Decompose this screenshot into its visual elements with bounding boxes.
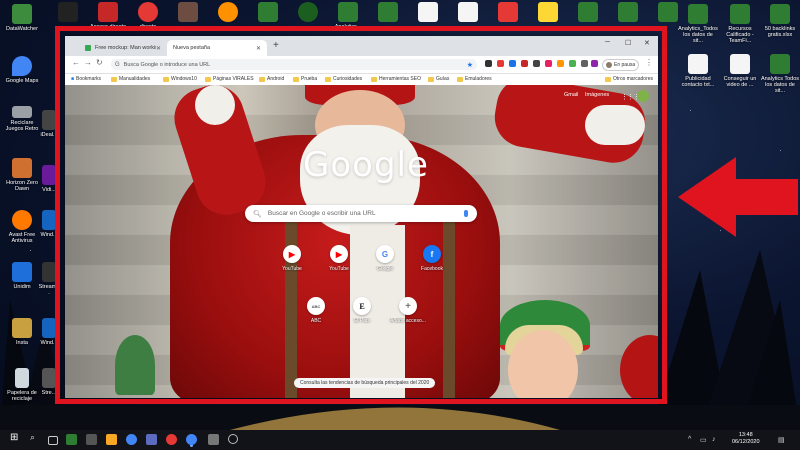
desktop-icon-label: Recursos Calificado - TeamFi... — [726, 26, 754, 44]
desktop-icon-label: Avast Free Antivirus — [8, 232, 36, 244]
app-icon — [498, 2, 518, 22]
document-icon — [458, 2, 478, 22]
desktop-icon-label: Conseguir un video de ... — [723, 76, 757, 88]
sheet-icon — [578, 2, 598, 22]
desktop-icon[interactable] — [248, 2, 288, 24]
desktop-icon[interactable]: 50 backlinks gratis.xlsx — [760, 4, 800, 38]
sheet-icon — [658, 2, 678, 22]
app-icon — [12, 262, 32, 282]
google-maps-icon — [12, 56, 32, 76]
document-icon — [418, 2, 438, 22]
app-icon — [42, 318, 56, 338]
app-icon — [42, 165, 56, 185]
document-icon — [730, 54, 750, 74]
red-arrow-icon — [678, 157, 798, 237]
desktop-icon[interactable]: Conseguir un video de ... — [720, 54, 760, 88]
desktop-icon[interactable]: Analytics Todos los datos de sit... — [760, 54, 800, 94]
clock-date: 06/12/2020 — [732, 439, 760, 445]
app-icon — [42, 368, 56, 388]
chrome-icon[interactable] — [126, 434, 137, 445]
windows-start-icon[interactable]: ⊞ — [10, 432, 21, 443]
desktop-icon[interactable]: Publicidad contacto txt... — [678, 54, 718, 88]
desktop-icon-label: Analytics_Todos los datos de sit... — [678, 26, 718, 44]
desktop-icon-label: Analytics Todos los datos de sit... — [760, 76, 800, 94]
desktop-icon[interactable] — [48, 2, 88, 24]
desktop-icon[interactable] — [488, 2, 528, 24]
desktop-icon[interactable]: Insta — [2, 318, 42, 346]
desktop-icon[interactable] — [288, 2, 328, 24]
network-icon[interactable]: ▭ — [700, 436, 707, 444]
volume-icon[interactable]: ♪ — [712, 436, 716, 443]
desktop-icon[interactable]: DataWatcher — [2, 4, 42, 32]
search-icon[interactable]: ⌕ — [30, 432, 41, 443]
app-icon[interactable] — [208, 434, 219, 445]
sheet-icon — [688, 4, 708, 24]
system-clock[interactable]: 13:48 06/12/2020 — [732, 432, 760, 446]
opera-icon — [138, 2, 158, 22]
app-icon — [298, 2, 318, 22]
sheet-icon — [770, 54, 790, 74]
app-icon — [42, 110, 56, 130]
desktop-icon[interactable]: Papelera de reciclaje — [2, 368, 42, 402]
desktop-icon[interactable]: Horizon Zero Dawn — [2, 158, 42, 192]
desktop-icon[interactable] — [368, 2, 408, 24]
desktop-icon[interactable]: Reciclare Juegos Retro — [2, 106, 42, 132]
sheet-icon — [378, 2, 398, 22]
desktop-icon-label: Unidim — [13, 284, 31, 290]
desktop-icon-label: Papelera de reciclaje — [7, 390, 37, 402]
desktop-icon[interactable] — [608, 2, 648, 24]
app-icon — [58, 2, 78, 22]
sheet-icon — [338, 2, 358, 22]
windows-taskbar: ⊞ ⌕ ^ ▭ ♪ 13:48 06/12/2020 ▤ — [0, 430, 800, 450]
desktop-app-icon — [12, 4, 32, 24]
sheet-icon — [730, 4, 750, 24]
notifications-icon[interactable]: ▤ — [778, 436, 785, 444]
folder-icon — [538, 2, 558, 22]
game-icon — [12, 158, 32, 178]
folder-icon — [12, 318, 32, 338]
recycle-bin-icon — [15, 368, 29, 388]
app-icon — [42, 210, 56, 230]
desktop-icon[interactable]: Unidim — [2, 262, 42, 290]
desktop-icon[interactable]: Analytics_Todos los datos de sit... — [678, 4, 718, 44]
explorer-icon[interactable] — [106, 434, 117, 445]
firefox-icon — [218, 2, 238, 22]
desktop-icon[interactable]: Google Maps — [2, 56, 42, 84]
taskview-icon[interactable] — [48, 436, 58, 445]
drive-icon — [12, 106, 32, 118]
app-icon[interactable] — [146, 434, 157, 445]
sheet-icon — [618, 2, 638, 22]
sheet-icon — [770, 4, 790, 24]
desktop-icon[interactable] — [448, 2, 488, 24]
app-icon — [98, 2, 118, 22]
desktop-icon-label: Publicidad contacto txt... — [681, 76, 715, 88]
desktop-icon-label: Reciclare Juegos Retro — [5, 120, 39, 132]
clock-time: 13:48 — [738, 432, 753, 438]
sheet-icon — [258, 2, 278, 22]
desktop-icon-label: Horizon Zero Dawn — [6, 180, 38, 192]
desktop-icon[interactable]: Recursos Calificado - TeamFi... — [720, 4, 760, 44]
desktop-icon[interactable] — [408, 2, 448, 24]
app-icon[interactable] — [228, 434, 238, 444]
desktop-icon[interactable] — [168, 2, 208, 24]
desktop-icon[interactable] — [528, 2, 568, 24]
desktop-icon-label: Google Maps — [5, 78, 39, 84]
avast-icon — [12, 210, 32, 230]
desktop-icon[interactable] — [208, 2, 248, 24]
desktop-icon-label: Insta — [16, 340, 28, 346]
app-icon — [178, 2, 198, 22]
desktop-icon[interactable]: Avast Free Antivirus — [2, 210, 42, 244]
chevron-up-icon[interactable]: ^ — [688, 436, 691, 443]
opera-icon[interactable] — [166, 434, 177, 445]
desktop-icon[interactable] — [568, 2, 608, 24]
app-icon — [42, 262, 56, 282]
sheets-icon[interactable] — [66, 434, 77, 445]
store-icon[interactable] — [86, 434, 97, 445]
highlight-frame — [55, 26, 667, 404]
chrome-active-icon[interactable] — [186, 434, 197, 445]
document-icon — [688, 54, 708, 74]
desktop-icon-label: 50 backlinks gratis.xlsx — [764, 26, 796, 38]
desktop-icon-label: DataWatcher — [6, 26, 38, 32]
